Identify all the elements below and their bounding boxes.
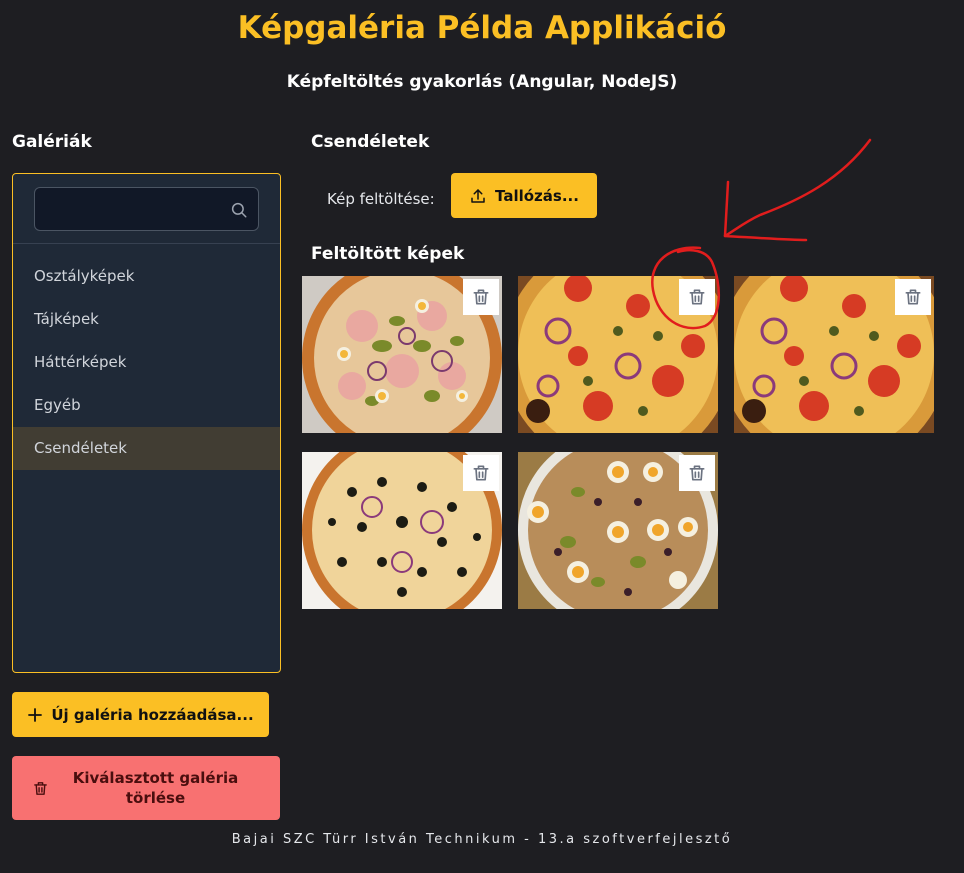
delete-gallery-button[interactable]: Kiválasztott galéria törlése: [12, 756, 280, 820]
add-gallery-label: Új galéria hozzáadása...: [51, 705, 254, 724]
uploaded-images-title: Feltöltött képek: [311, 244, 465, 264]
trash-icon: [473, 289, 489, 305]
sidebar-item-osztalykepek[interactable]: Osztályképek: [13, 255, 280, 298]
delete-gallery-label: Kiválasztott galéria törlése: [72, 769, 239, 807]
image-thumbnail[interactable]: [518, 452, 718, 609]
browse-label: Tallózás...: [495, 186, 579, 205]
gallery-list: Osztályképek Tájképek Háttérképek Egyéb …: [13, 244, 280, 470]
trash-icon: [689, 289, 705, 305]
delete-image-button[interactable]: [463, 279, 499, 315]
gallery-title: Csendéletek: [311, 132, 430, 152]
delete-image-button[interactable]: [679, 279, 715, 315]
image-thumbnail[interactable]: [734, 276, 934, 433]
search-input[interactable]: [35, 188, 258, 230]
sidebar-item-tajkepek[interactable]: Tájképek: [13, 298, 280, 341]
image-thumbnail[interactable]: [302, 276, 502, 433]
image-thumbnail[interactable]: [518, 276, 718, 433]
sidebar-item-csendeletek[interactable]: Csendéletek: [13, 427, 280, 470]
plus-icon: [28, 707, 43, 722]
upload-icon: [471, 188, 485, 203]
app-subtitle: Képfeltöltés gyakorlás (Angular, NodeJS): [286, 72, 678, 92]
delete-image-button[interactable]: [463, 455, 499, 491]
search-icon[interactable]: [230, 201, 248, 219]
sidebar-item-egyeb[interactable]: Egyéb: [13, 384, 280, 427]
add-gallery-button[interactable]: Új galéria hozzáadása...: [12, 692, 269, 737]
footer-text: Bajai SZC Türr István Technikum - 13.a s…: [231, 832, 733, 847]
image-thumbnail[interactable]: [302, 452, 502, 609]
search-box: [34, 187, 259, 231]
annotation-arrow-icon: [723, 138, 872, 242]
trash-icon: [473, 465, 489, 481]
browse-button[interactable]: Tallózás...: [451, 173, 597, 218]
app-title: Képgaléria Példa Applikáció: [237, 10, 727, 46]
trash-icon: [34, 781, 47, 795]
sidebar-item-hatterkepek[interactable]: Háttérképek: [13, 341, 280, 384]
trash-icon: [689, 465, 705, 481]
sidebar-heading: Galériák: [12, 132, 92, 152]
search-wrap: [13, 174, 280, 244]
delete-image-button[interactable]: [679, 455, 715, 491]
delete-image-button[interactable]: [895, 279, 931, 315]
upload-label: Kép feltöltése:: [327, 190, 435, 208]
trash-icon: [905, 289, 921, 305]
gallery-panel: Osztályképek Tájképek Háttérképek Egyéb …: [12, 173, 281, 673]
